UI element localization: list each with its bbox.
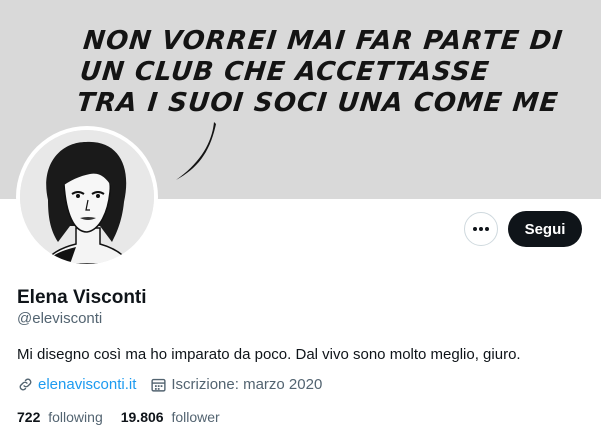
profile-name: Elena Visconti <box>17 287 147 308</box>
avatar[interactable] <box>16 126 158 268</box>
banner-quote-line: NON VORREI MAI FAR PARTE DI <box>81 26 565 56</box>
followers-link[interactable]: 19.806 follower <box>121 409 220 425</box>
avatar-illustration <box>20 130 154 264</box>
calendar-icon <box>150 376 167 393</box>
profile-bio: Mi disegno così ma ho imparato da poco. … <box>17 346 521 363</box>
link-icon <box>17 376 34 393</box>
followers-count: 19.806 <box>120 409 164 425</box>
following-label: following <box>48 409 103 425</box>
follow-stats: 722 following 19.806 follower <box>17 409 238 425</box>
following-link[interactable]: 722 following <box>17 409 103 425</box>
website-link[interactable]: elenavisconti.it <box>38 376 136 393</box>
banner-quote: NON VORREI MAI FAR PARTE DI UN CLUB CHE … <box>75 26 585 119</box>
join-date: Iscrizione: marzo 2020 <box>150 376 322 393</box>
banner-quote-line: UN CLUB CHE ACCETTASSE <box>78 57 492 87</box>
profile-meta: elenavisconti.it Iscrizione: marzo 2020 <box>17 376 322 393</box>
more-dots-icon <box>473 227 489 231</box>
following-count: 722 <box>17 409 41 425</box>
profile-handle: @elevisconti <box>17 310 103 327</box>
followers-label: follower <box>171 409 220 425</box>
more-options-button[interactable] <box>464 212 498 246</box>
join-date-label: Iscrizione: marzo 2020 <box>171 376 323 393</box>
banner-quote-line: TRA I SUOI SOCI UNA COME ME <box>75 88 560 118</box>
speech-bubble-tail <box>176 122 216 180</box>
follow-button[interactable]: Segui <box>508 211 582 247</box>
